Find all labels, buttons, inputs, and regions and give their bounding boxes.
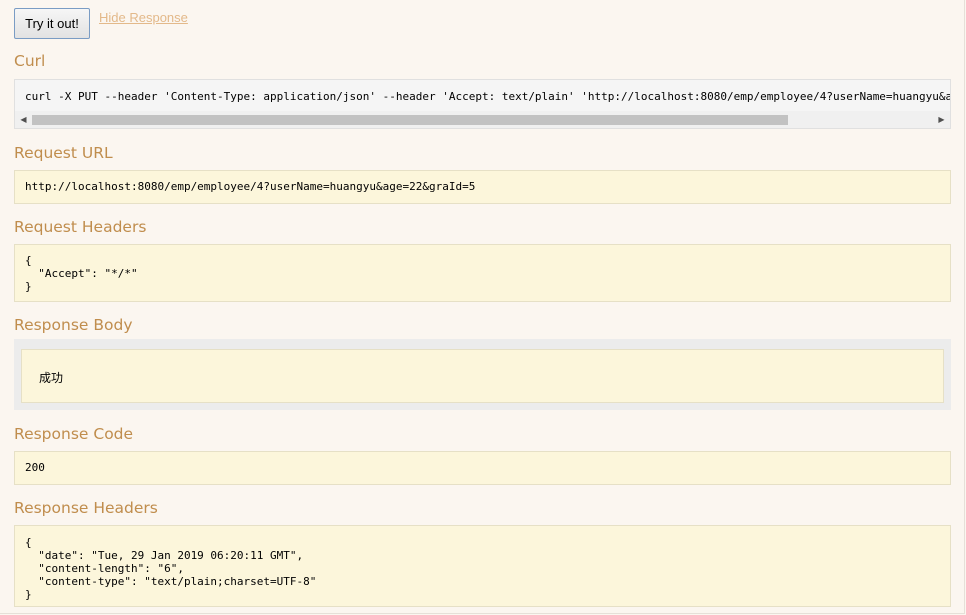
response-code-box: 200 [14, 451, 951, 485]
curl-title: Curl [14, 52, 46, 70]
curl-code-box: curl -X PUT --header 'Content-Type: appl… [14, 79, 951, 129]
curl-command: curl -X PUT --header 'Content-Type: appl… [25, 90, 951, 103]
request-headers-box: { "Accept": "*/*" } [14, 244, 951, 302]
scroll-right-arrow-icon[interactable]: ▶ [933, 111, 950, 128]
response-body-box: 成功 [21, 349, 944, 403]
response-headers-box: { "date": "Tue, 29 Jan 2019 06:20:11 GMT… [14, 525, 951, 607]
request-url-box: http://localhost:8080/emp/employee/4?use… [14, 170, 951, 204]
request-headers-title: Request Headers [14, 218, 147, 236]
response-code-title: Response Code [14, 425, 134, 443]
scroll-left-arrow-icon[interactable]: ◀ [15, 111, 32, 128]
request-url-title: Request URL [14, 144, 113, 162]
hide-response-link[interactable]: Hide Response [99, 10, 188, 25]
response-headers-title: Response Headers [14, 499, 158, 517]
try-it-out-button[interactable]: Try it out! [14, 8, 90, 39]
response-controls: Try it out! Hide Response [14, 8, 188, 39]
curl-horizontal-scrollbar[interactable]: ◀ ▶ [15, 111, 950, 128]
response-body-title: Response Body [14, 316, 133, 334]
response-body-text: 成功 [39, 371, 64, 385]
response-body-container: 成功 [14, 339, 951, 410]
scrollbar-thumb[interactable] [32, 115, 788, 125]
